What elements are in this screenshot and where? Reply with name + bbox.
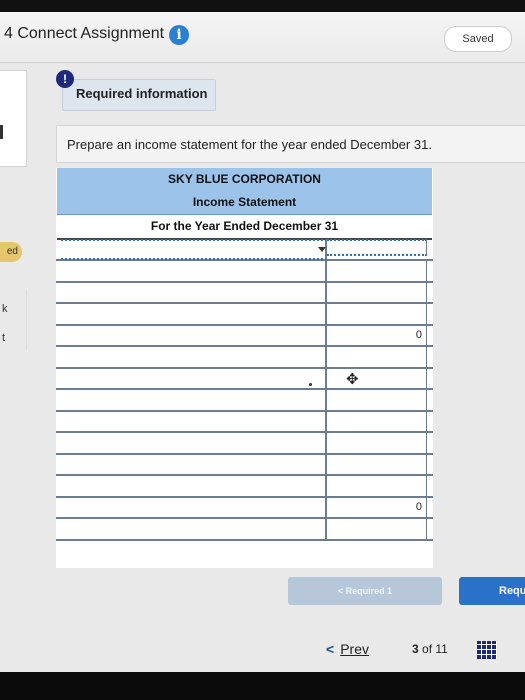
row-amount-cell[interactable] xyxy=(327,388,427,410)
row-amount-cell[interactable]: 0 xyxy=(327,496,427,517)
saved-status-badge: Saved xyxy=(444,26,512,52)
page-current: 3 xyxy=(412,642,419,656)
assignment-header: 4 Connect Assignment i Saved xyxy=(0,12,525,63)
stray-dot xyxy=(309,383,312,386)
row-label-cell[interactable] xyxy=(61,302,327,324)
left-status-badge[interactable]: ed xyxy=(0,242,22,262)
row-amount-cell[interactable] xyxy=(327,474,427,496)
left-panel-marker xyxy=(0,125,3,139)
dropdown-arrow-icon[interactable] xyxy=(318,247,326,252)
table-row: 0 xyxy=(56,496,433,519)
row-label-cell[interactable] xyxy=(61,453,327,474)
row-label-cell[interactable] xyxy=(61,474,327,496)
next-required-button[interactable]: Requ xyxy=(459,577,525,605)
row-amount-cell[interactable] xyxy=(327,410,427,431)
row-label-cell[interactable] xyxy=(61,281,327,302)
row-label-cell[interactable] xyxy=(61,367,327,388)
table-row xyxy=(56,367,433,390)
row-label-cell[interactable] xyxy=(61,431,327,453)
grid-view-icon[interactable] xyxy=(477,641,497,659)
table-row xyxy=(56,388,433,412)
prev-label: Prev xyxy=(340,641,369,657)
row-label-cell[interactable] xyxy=(61,410,327,431)
row-label-cell[interactable] xyxy=(61,259,327,281)
alert-icon: ! xyxy=(56,70,74,88)
table-row xyxy=(56,474,433,498)
row-label-cell[interactable] xyxy=(61,239,327,260)
row-label-cell[interactable] xyxy=(61,517,327,539)
left-strip-text-t: t xyxy=(2,332,6,344)
page-of: of xyxy=(422,642,433,656)
chevron-left-icon: < xyxy=(326,641,335,657)
row-amount-cell[interactable] xyxy=(327,517,427,539)
income-statement-table: SKY BLUE CORPORATION Income Statement Fo… xyxy=(56,168,433,568)
top-black-bar xyxy=(0,0,525,12)
required-information-tab[interactable]: Required information xyxy=(62,79,216,111)
period-header: For the Year Ended December 31 xyxy=(57,215,432,240)
left-strip-text-k: k xyxy=(2,303,8,315)
page-indicator: 3 of 11 xyxy=(412,642,448,656)
row-amount-cell[interactable] xyxy=(327,281,427,302)
info-icon[interactable]: i xyxy=(169,25,189,45)
row-amount-cell[interactable] xyxy=(327,302,427,324)
table-row xyxy=(56,410,433,433)
table-row xyxy=(56,517,433,541)
table-row xyxy=(56,238,433,261)
required-information-label: Required information xyxy=(76,86,208,101)
row-label-cell[interactable] xyxy=(61,324,327,345)
row-amount-cell[interactable] xyxy=(327,345,427,367)
bottom-black-bar xyxy=(0,672,525,700)
row-amount-cell[interactable] xyxy=(327,453,427,474)
company-name-header: SKY BLUE CORPORATION xyxy=(57,168,432,192)
table-row: 0 xyxy=(56,324,433,347)
row-label-cell[interactable] xyxy=(61,388,327,410)
row-amount-cell[interactable]: 0 xyxy=(327,324,427,345)
prev-button[interactable]: < Prev xyxy=(326,641,369,657)
page-total: 11 xyxy=(435,642,448,656)
row-amount-cell[interactable] xyxy=(327,367,427,388)
table-row xyxy=(56,281,433,304)
table-row xyxy=(56,302,433,326)
table-row xyxy=(56,453,433,476)
row-amount-cell[interactable] xyxy=(327,239,427,256)
row-label-cell[interactable] xyxy=(61,496,327,517)
left-question-panel[interactable] xyxy=(0,70,27,167)
table-row xyxy=(56,259,433,283)
assignment-title: 4 Connect Assignment xyxy=(4,25,165,42)
mouse-cursor-icon: ✥ xyxy=(346,371,359,388)
instruction-box: Prepare an income statement for the year… xyxy=(56,125,525,163)
required-1-nav-button[interactable]: < Required 1 xyxy=(288,577,442,605)
table-row xyxy=(56,431,433,455)
row-amount-cell[interactable] xyxy=(327,259,427,281)
row-label-cell[interactable] xyxy=(61,345,327,367)
statement-title-header: Income Statement xyxy=(57,191,432,215)
instruction-text: Prepare an income statement for the year… xyxy=(67,137,432,152)
row-amount-cell[interactable] xyxy=(327,431,427,453)
table-row xyxy=(56,345,433,369)
